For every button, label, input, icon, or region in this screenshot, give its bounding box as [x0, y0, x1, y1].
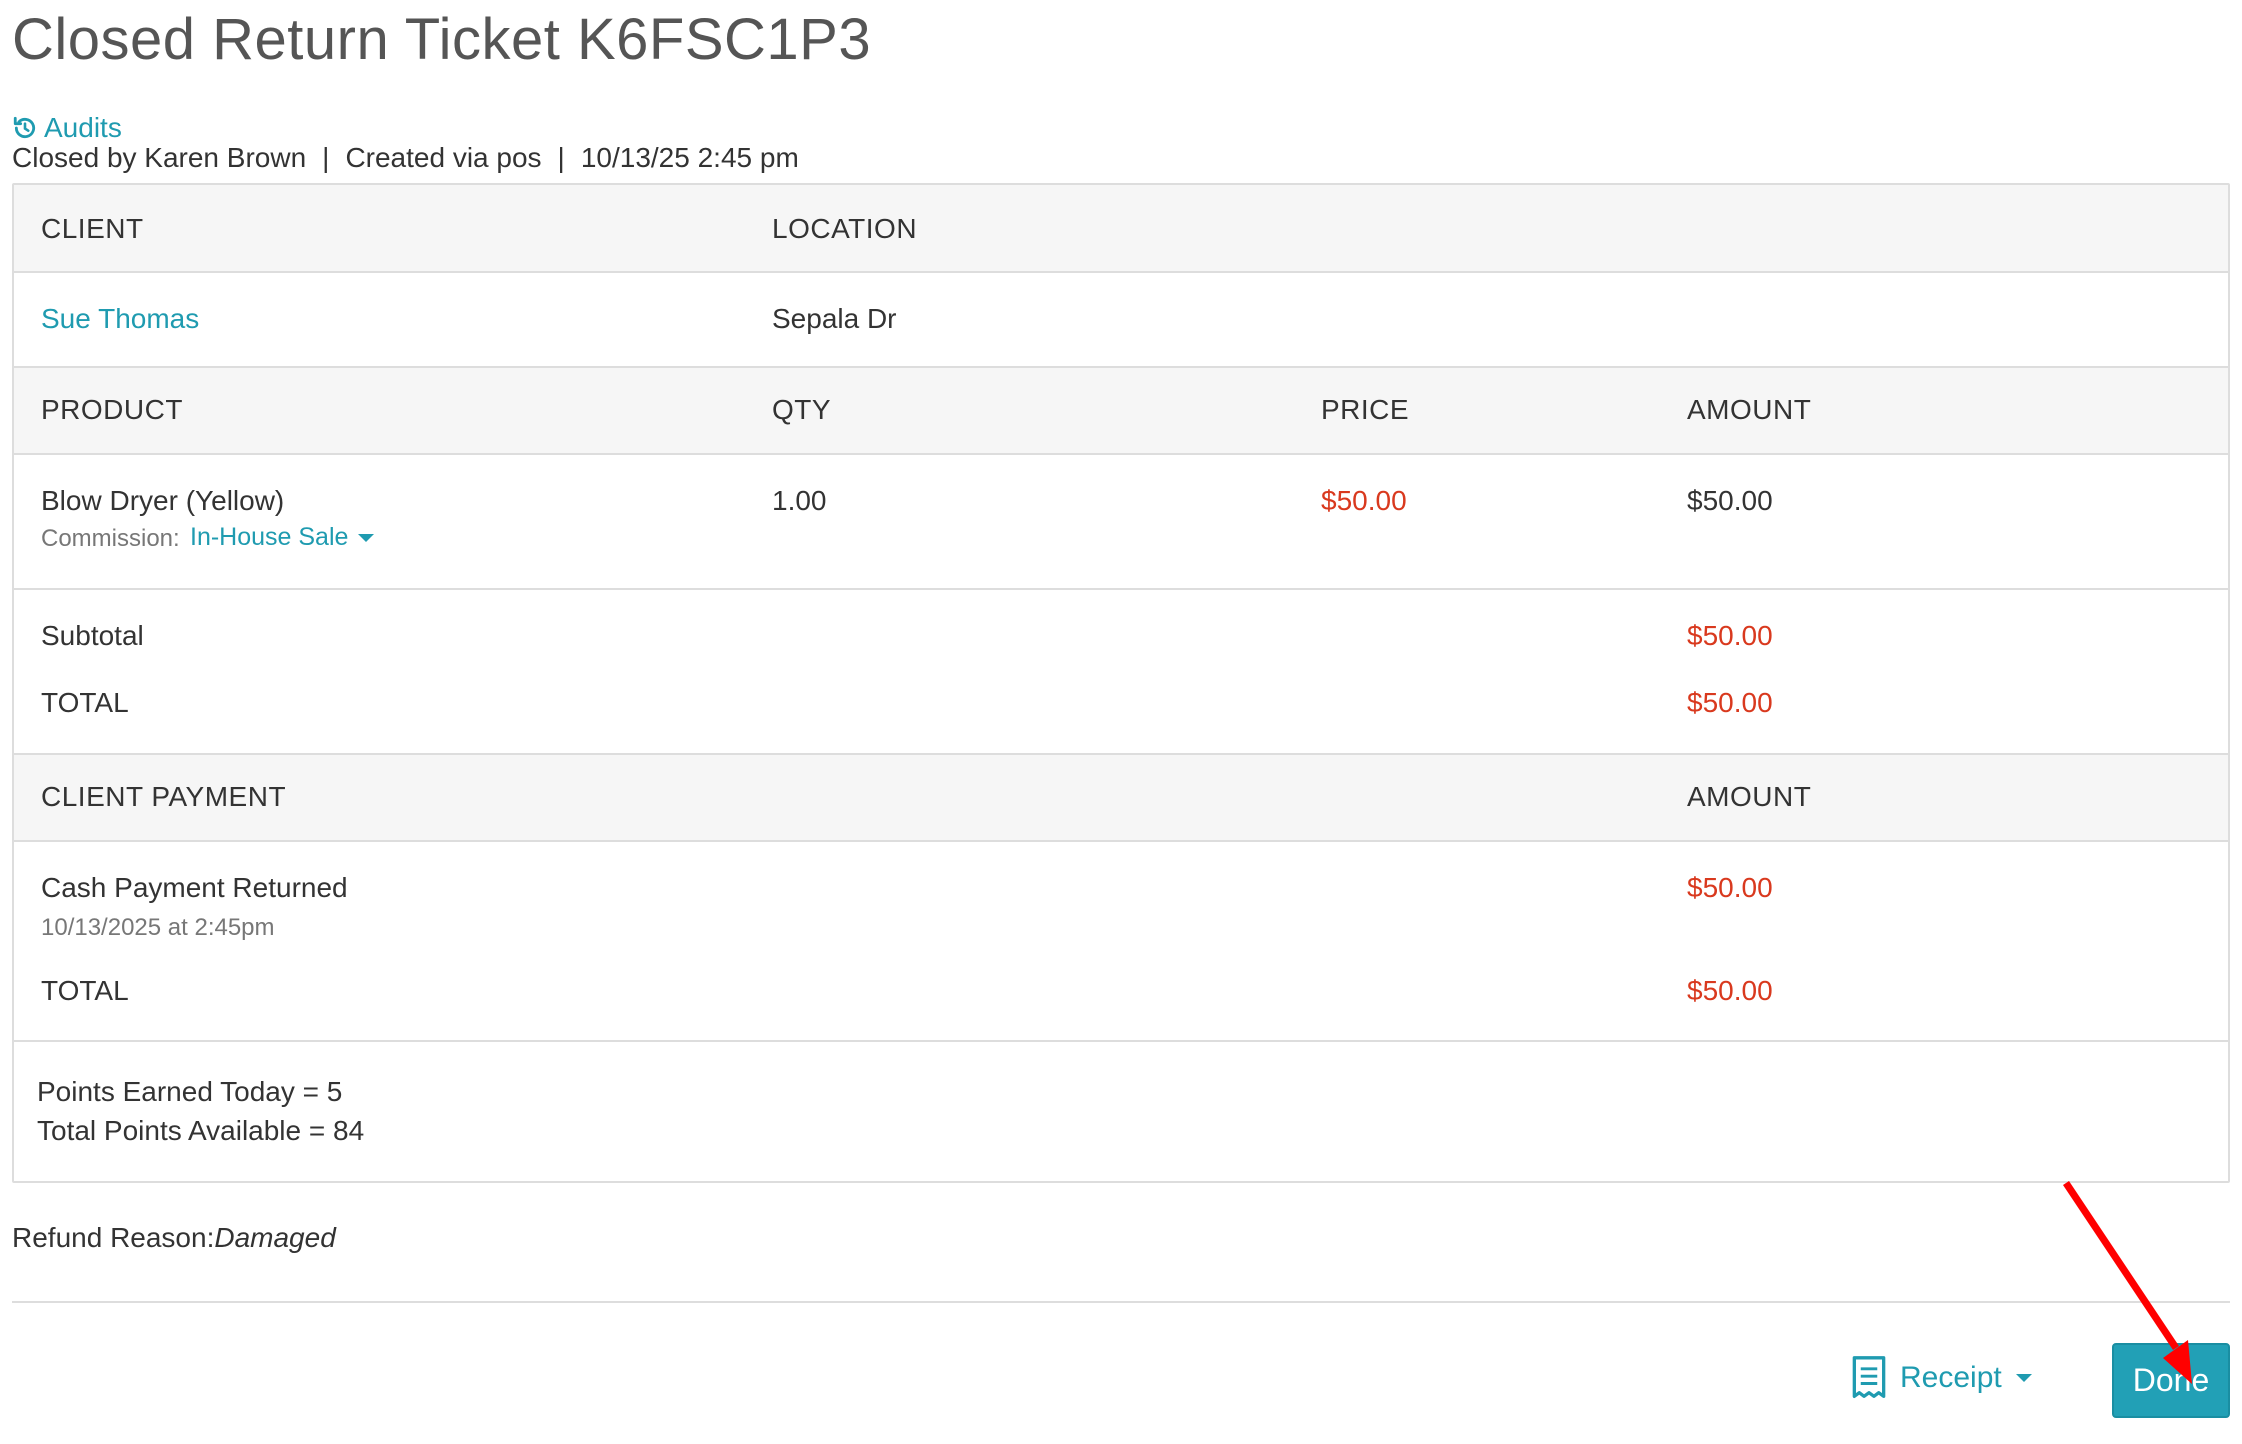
points-total-available: Total Points Available = 84	[37, 1115, 365, 1146]
caret-down-icon	[358, 534, 375, 543]
points-section: Points Earned Today = 5 Total Points Ava…	[14, 1042, 2228, 1183]
product-price: $50.00	[1321, 485, 1407, 516]
payment-amount-column-header: AMOUNT	[1687, 781, 1812, 812]
product-header-row: PRODUCT QTY PRICE AMOUNT	[14, 368, 2228, 455]
subtotal-label: Subtotal	[41, 620, 144, 651]
commission-dropdown[interactable]: In-House Sale	[190, 523, 375, 552]
audits-link[interactable]: Audits	[12, 112, 122, 144]
refund-reason: Refund Reason:Damaged	[12, 1222, 336, 1254]
commission-label: Commission:	[41, 525, 180, 552]
receipt-icon	[1852, 1356, 1886, 1398]
done-button[interactable]: Done	[2112, 1343, 2230, 1418]
ticket-datetime: 10/13/25 2:45 pm	[580, 142, 799, 173]
payment-timestamp: 10/13/2025 at 2:45pm	[41, 914, 275, 941]
table-row: Blow Dryer (Yellow) Commission: In-House…	[14, 455, 2228, 590]
ticket-details-box: CLIENT LOCATION Sue Thomas Sepala Dr PRO…	[12, 183, 2230, 1183]
subtotal-value: $50.00	[1687, 620, 1773, 651]
total-value: $50.00	[1687, 687, 1773, 718]
client-header-row: CLIENT LOCATION	[14, 185, 2228, 273]
client-column-header: CLIENT	[41, 213, 144, 244]
refund-reason-label: Refund Reason:	[12, 1222, 215, 1253]
meta-separator: |	[322, 142, 330, 173]
product-column-header: PRODUCT	[41, 394, 183, 425]
points-earned-today: Points Earned Today = 5	[37, 1076, 343, 1107]
total-label: TOTAL	[41, 687, 129, 718]
product-amount: $50.00	[1687, 485, 1773, 516]
client-name-link[interactable]: Sue Thomas	[41, 303, 199, 335]
closed-by: Closed by Karen Brown	[12, 142, 307, 173]
totals-section: Subtotal $50.00 TOTAL $50.00	[14, 590, 2228, 755]
location-column-header: LOCATION	[772, 213, 918, 244]
client-location: Sepala Dr	[772, 303, 897, 334]
payment-section: Cash Payment Returned 10/13/2025 at 2:45…	[14, 842, 2228, 1042]
client-payment-column-header: CLIENT PAYMENT	[41, 781, 287, 812]
receipt-label: Receipt	[1900, 1361, 2002, 1394]
payment-total-value: $50.00	[1687, 975, 1773, 1006]
payment-amount: $50.00	[1687, 872, 1773, 903]
commission-value: In-House Sale	[190, 523, 349, 551]
price-column-header: PRICE	[1321, 394, 1410, 425]
caret-down-icon	[2015, 1374, 2032, 1382]
ticket-meta: Closed by Karen Brown | Created via pos …	[12, 142, 799, 174]
client-row: Sue Thomas Sepala Dr	[14, 273, 2228, 368]
product-name: Blow Dryer (Yellow)	[41, 485, 285, 516]
refund-reason-value: Damaged	[214, 1222, 336, 1253]
meta-separator: |	[557, 142, 565, 173]
payment-total-label: TOTAL	[41, 975, 129, 1006]
receipt-button[interactable]: Receipt	[1850, 1356, 2032, 1400]
qty-column-header: QTY	[772, 394, 832, 425]
page-title: Closed Return Ticket K6FSC1P3	[12, 7, 872, 72]
audits-label: Audits	[44, 112, 122, 143]
footer-divider	[12, 1301, 2230, 1303]
payment-header-row: CLIENT PAYMENT AMOUNT	[14, 755, 2228, 842]
created-via: Created via pos	[345, 142, 542, 173]
amount-column-header: AMOUNT	[1687, 394, 1812, 425]
history-icon	[13, 116, 36, 139]
payment-name: Cash Payment Returned	[41, 872, 348, 903]
product-qty: 1.00	[772, 485, 827, 516]
